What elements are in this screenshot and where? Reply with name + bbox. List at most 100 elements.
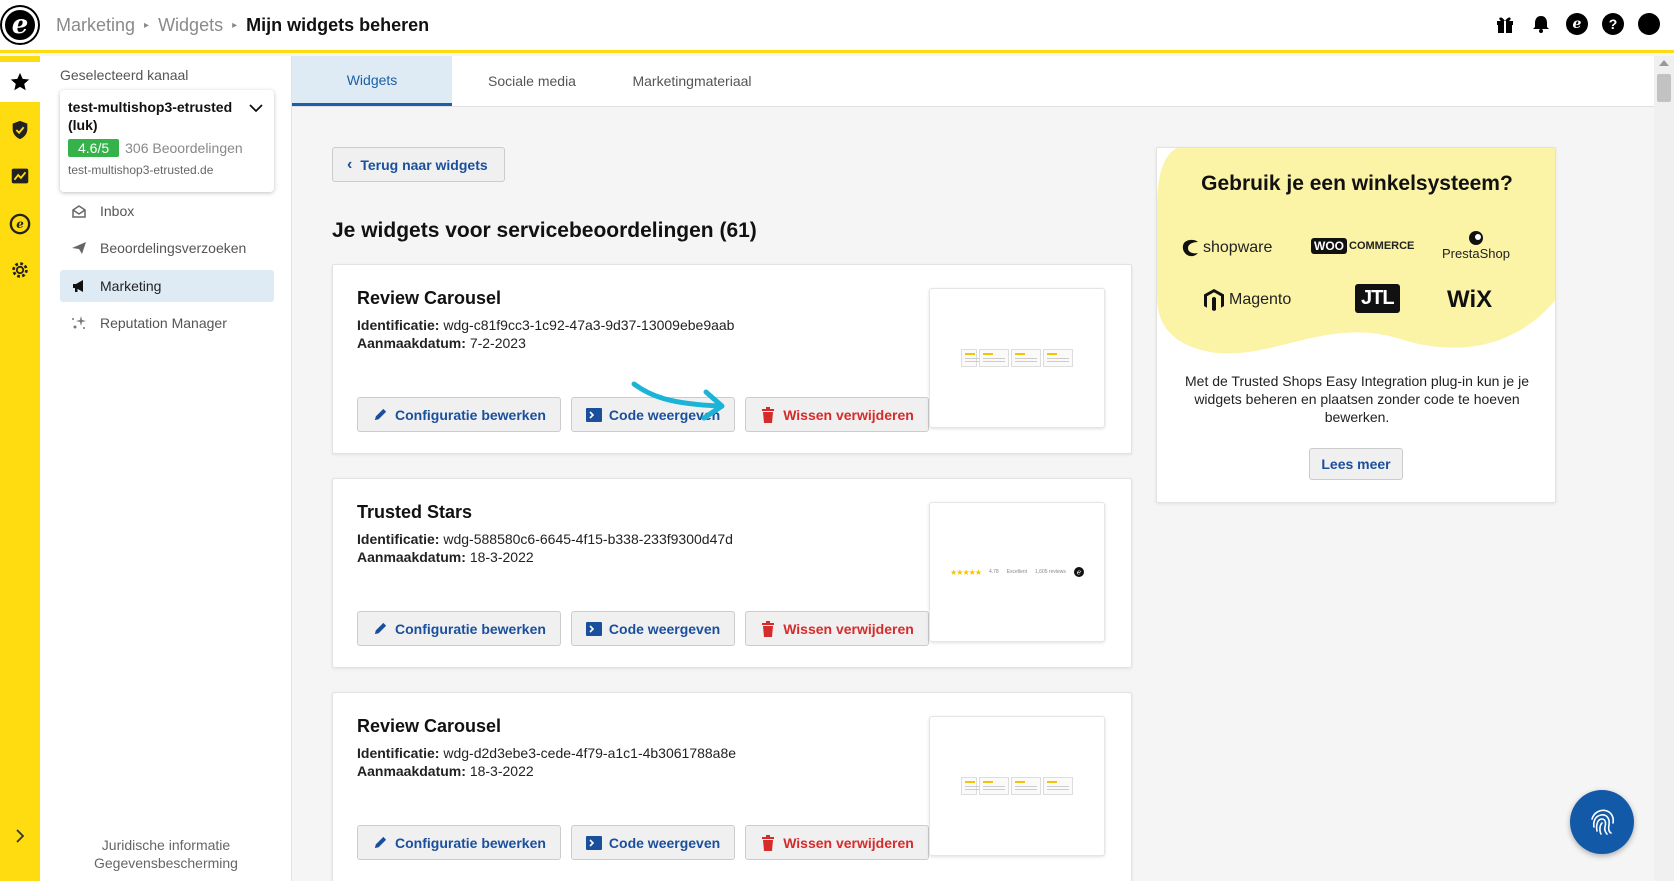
sidebar-item-reputation-manager[interactable]: Reputation Manager (60, 307, 274, 339)
delete-widget-button[interactable]: Wissen verwijderen (745, 825, 929, 860)
show-code-button[interactable]: Code weergeven (570, 825, 736, 860)
gift-icon[interactable] (1494, 13, 1516, 35)
widget-date: Aanmaakdatum: 7-2-2023 (357, 335, 526, 351)
chevron-right-icon[interactable] (0, 816, 40, 856)
back-button-label: Terug naar widgets (360, 156, 488, 173)
button-label: Configuratie bewerken (395, 406, 546, 423)
shopware-icon (1182, 239, 1198, 257)
edit-config-button[interactable]: Configuratie bewerken (357, 397, 561, 432)
chat-button[interactable] (1570, 790, 1634, 854)
trash-icon (760, 620, 776, 637)
delete-widget-button[interactable]: Wissen verwijderen (745, 611, 929, 646)
tab-bar: Widgets Sociale media Marketingmateriaal (292, 56, 1654, 107)
edit-config-button[interactable]: Configuratie bewerken (357, 611, 561, 646)
id-value: wdg-d2d3ebe3-cede-4f79-a1c1-4b3061788a8e (443, 745, 737, 761)
gear-icon[interactable] (0, 250, 40, 290)
prestashop-icon (1468, 231, 1483, 245)
chevron-down-icon[interactable] (248, 100, 264, 121)
id-label: Identificatie: (357, 317, 440, 333)
preview-count: 1,605 reviews (1035, 569, 1066, 575)
prestashop-label: PrestaShop (1442, 246, 1510, 261)
help-icon[interactable]: ? (1602, 13, 1624, 35)
date-label: Aanmaakdatum: (357, 549, 466, 565)
logo-letter: e (11, 10, 29, 40)
breadcrumb-widgets[interactable]: Widgets (158, 15, 223, 36)
etrusted-icon: e (1073, 567, 1084, 577)
left-rail: e (0, 56, 40, 881)
promo-title: Gebruik je een winkelsysteem? (1201, 172, 1513, 195)
shopware-label: shopware (1203, 239, 1273, 256)
widget-id: Identificatie: wdg-d2d3ebe3-cede-4f79-a1… (357, 745, 736, 761)
etrusted-icon[interactable]: e (0, 204, 40, 244)
star-icon[interactable] (0, 62, 40, 102)
widget-date: Aanmaakdatum: 18-3-2022 (357, 549, 534, 565)
sidebar-item-label: Reputation Manager (100, 315, 227, 331)
tab-sociale-media[interactable]: Sociale media (452, 56, 612, 106)
prestashop-logo[interactable]: PrestaShop (1442, 230, 1510, 261)
channel-name: test-multishop3-etrusted (luk) (68, 99, 233, 133)
svg-text:e: e (1077, 569, 1081, 577)
show-code-button[interactable]: Code weergeven (570, 611, 736, 646)
widget-actions: Configuratie bewerken Code weergeven Wis… (357, 825, 929, 860)
preview-box (979, 349, 1009, 367)
profile-icon[interactable] (1638, 13, 1660, 35)
commerce-label: COMMERCE (1349, 240, 1415, 252)
button-label: Code weergeven (608, 620, 721, 637)
top-icons: e ? (1494, 13, 1660, 35)
widget-id: Identificatie: wdg-588580c6-6645-4f15-b3… (357, 531, 733, 547)
scrollbar[interactable] (1654, 56, 1674, 881)
breadcrumb-marketing[interactable]: Marketing (56, 15, 135, 36)
widget-name: Trusted Stars (357, 502, 473, 522)
breadcrumb-separator-icon: ▸ (144, 19, 150, 31)
scroll-up-icon[interactable] (1659, 60, 1669, 66)
widget-preview (929, 288, 1105, 428)
chevron-left-icon: ‹ (347, 155, 353, 173)
top-bar: e Marketing ▸ Widgets ▸ Mijn widgets beh… (0, 0, 1674, 53)
jtl-logo[interactable]: JTL (1355, 284, 1400, 313)
sidebar-item-label: Beoordelingsverzoeken (100, 240, 247, 256)
preview-box (961, 349, 987, 367)
terminal-icon (585, 407, 602, 423)
sidebar-item-beoordelingsverzoeken[interactable]: Beoordelingsverzoeken (60, 232, 274, 264)
edit-config-button[interactable]: Configuratie bewerken (357, 825, 561, 860)
review-count: 306 Beoordelingen (125, 140, 243, 156)
sidebar-item-inbox[interactable]: Inbox (60, 195, 274, 227)
button-label: Code weergeven (608, 834, 721, 851)
megaphone-icon (70, 277, 88, 295)
etrusted-icon[interactable]: e (1566, 13, 1588, 35)
etrusted-logo[interactable]: e (2, 7, 38, 43)
magento-logo[interactable]: Magento (1203, 288, 1291, 312)
footer-links: Juridische informatie Gegevensbeschermin… (40, 836, 292, 872)
read-more-button[interactable]: Lees meer (1309, 448, 1403, 480)
scroll-thumb[interactable] (1657, 74, 1671, 102)
back-to-widgets-button[interactable]: ‹ Terug naar widgets (332, 147, 505, 182)
channel-selector[interactable]: test-multishop3-etrusted (luk) 4.6/5 306… (60, 90, 274, 192)
section-title: Je widgets voor servicebeoordelingen (61… (332, 219, 757, 242)
tab-marketingmateriaal[interactable]: Marketingmateriaal (612, 56, 772, 106)
preview-box (1043, 777, 1073, 795)
shopware-logo[interactable]: shopware (1181, 238, 1272, 258)
legal-info-link[interactable]: Juridische informatie (40, 836, 292, 854)
bell-icon[interactable] (1530, 13, 1552, 35)
send-icon (70, 239, 88, 257)
jtl-label: JTL (1355, 284, 1400, 313)
id-label: Identificatie: (357, 531, 440, 547)
sidebar: Geselecteerd kanaal test-multishop3-etru… (40, 56, 292, 881)
widget-preview: ★★★★★ 4.78 Excellent 1,605 reviews e (929, 502, 1105, 642)
wix-logo[interactable]: WiX (1447, 286, 1492, 314)
woocommerce-logo[interactable]: WOO COMMERCE (1311, 238, 1414, 254)
wix-label: WiX (1447, 286, 1493, 313)
sidebar-item-marketing[interactable]: Marketing (60, 270, 274, 302)
privacy-link[interactable]: Gegevensbescherming (40, 854, 292, 872)
terminal-icon (585, 621, 602, 637)
delete-widget-button[interactable]: Wissen verwijderen (745, 397, 929, 432)
button-label: Wissen verwijderen (783, 834, 914, 851)
preview-box (1043, 349, 1073, 367)
channel-label: Geselecteerd kanaal (60, 67, 189, 83)
tab-widgets[interactable]: Widgets (292, 56, 452, 106)
chart-icon[interactable] (0, 156, 40, 196)
widget-card: Trusted Stars Identificatie: wdg-588580c… (332, 478, 1132, 668)
shield-check-icon[interactable] (0, 110, 40, 150)
stars-preview: ★★★★★ 4.78 Excellent 1,605 reviews e (950, 567, 1084, 577)
sidebar-item-label: Inbox (100, 203, 135, 219)
